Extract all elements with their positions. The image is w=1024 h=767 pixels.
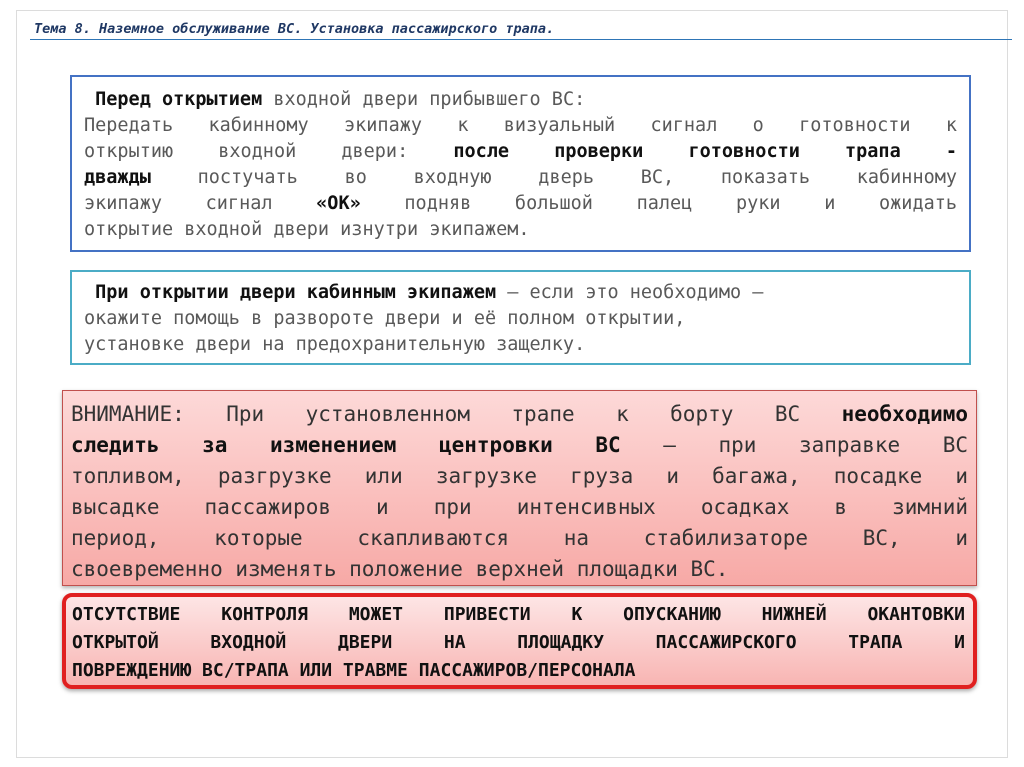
box1-line-1: Перед открытием входной двери прибывшего…	[95, 89, 586, 110]
box2-line-1: При открытии двери кабинным экипажем – е…	[95, 282, 764, 303]
box3-line-4: высадке пассажиров и при интенсивных оса…	[71, 495, 968, 519]
box3-line-2: следить за изменением центровки ВС – при…	[71, 433, 968, 457]
box1-line-2: Передать кабинному экипажу к визуальный …	[84, 115, 957, 136]
box1-line-4: дважды постучать во входную дверь ВС, по…	[84, 167, 957, 188]
box4-line-3: ПОВРЕЖДЕНИЮ ВС/ТРАПА ИЛИ ТРАВМЕ ПАССАЖИР…	[72, 660, 636, 681]
attention-box: ВНИМАНИЕ: При установленном трапе к борт…	[62, 390, 977, 586]
box4-line-2: ОТКРЫТОЙ ВХОДНОЙ ДВЕРИ НА ПЛОЩАДКУ ПАССА…	[72, 632, 965, 653]
box2-line-3: установке двери на предохранительную защ…	[84, 334, 586, 355]
box2-line-2: окажите помощь в развороте двери и её по…	[84, 308, 686, 329]
before-door-opening-box: Перед открытием входной двери прибывшего…	[70, 75, 971, 252]
door-opening-box: При открытии двери кабинным экипажем – е…	[70, 270, 971, 365]
box1-line-5: экипажу сигнал «ОК» подняв большой палец…	[84, 193, 957, 214]
box4-line-1: ОТСУТСТВИЕ КОНТРОЛЯ МОЖЕТ ПРИВЕСТИ К ОПУ…	[72, 604, 965, 625]
title-divider	[30, 39, 1012, 40]
box1-line-6: открытие входной двери изнутри экипажем.	[84, 219, 530, 240]
box3-line-5: период, которые скапливаются на стабилиз…	[71, 526, 968, 550]
box3-line-1: ВНИМАНИЕ: При установленном трапе к борт…	[71, 402, 968, 426]
box3-line-6: своевременно изменять положение верхней …	[71, 557, 729, 581]
box1-line-3: открытию входной двери: после проверки г…	[84, 141, 957, 162]
box3-line-3: топливом, разгрузке или загрузке груза и…	[71, 464, 968, 488]
warning-box: ОТСУТСТВИЕ КОНТРОЛЯ МОЖЕТ ПРИВЕСТИ К ОПУ…	[62, 593, 977, 689]
slide-title: Тема 8. Наземное обслуживание ВС. Устано…	[34, 21, 555, 37]
